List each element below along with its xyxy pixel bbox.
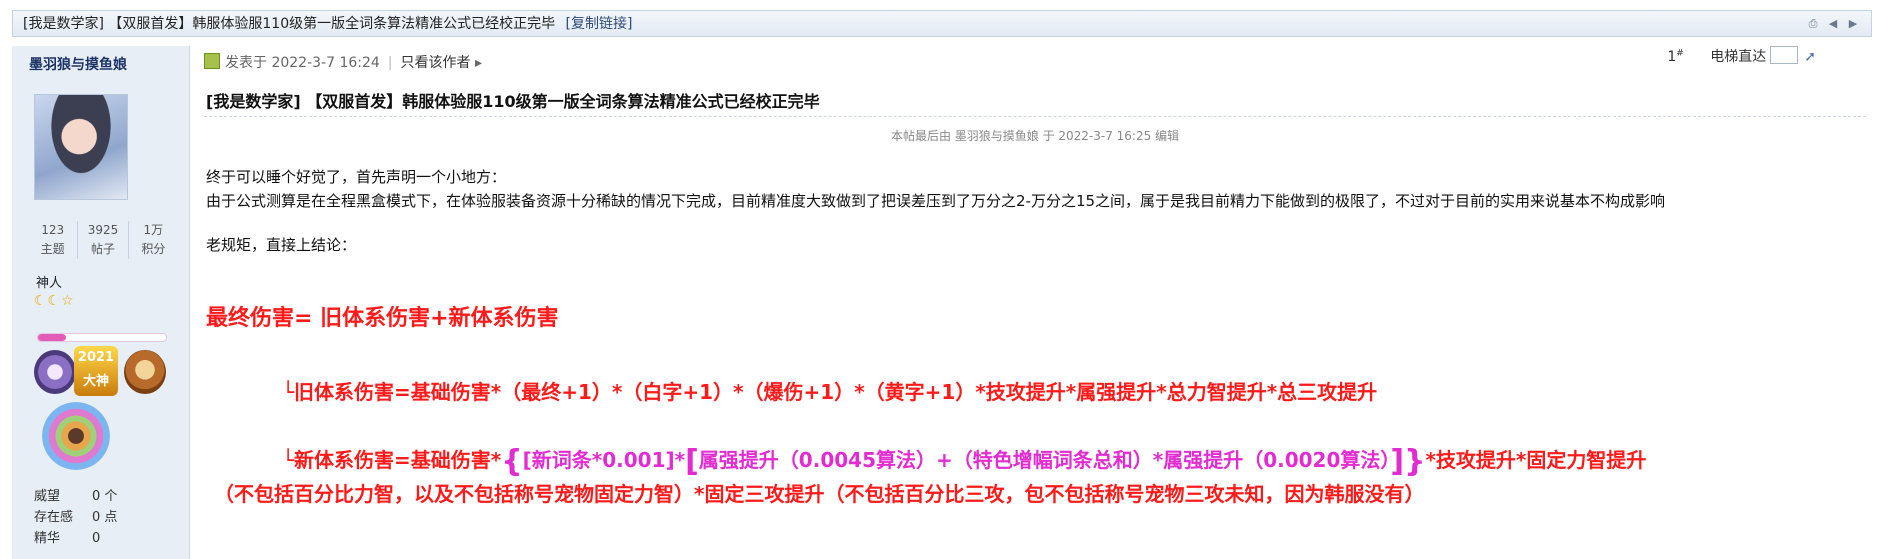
stat-points[interactable]: 1万 积分 bbox=[129, 221, 178, 259]
paragraph: 终于可以睡个好觉了，首先声明一个小地方： bbox=[206, 168, 507, 186]
post-title: [我是数学家] 【双服首发】韩服体验服110级第一版全词条算法精准公式已经校正完… bbox=[206, 92, 820, 111]
formula-old-system: └旧体系伤害=基础伤害*（最终+1）*（白字+1）*（爆伤+1）*（黄字+1）*… bbox=[282, 380, 1378, 404]
medal-sub: 大神 bbox=[82, 374, 109, 389]
prev-thread-icon[interactable]: ◀ bbox=[1827, 18, 1839, 30]
post-date: 发表于 2022-3-7 16:24 bbox=[225, 55, 380, 71]
stat-value: 123 bbox=[41, 223, 65, 237]
avatar[interactable] bbox=[34, 94, 128, 200]
goto-arrow-icon[interactable]: ➚ bbox=[1804, 49, 1816, 65]
formula-main: 最终伤害= 旧体系伤害+新体系伤害 bbox=[206, 306, 559, 331]
edit-note: 本帖最后由 墨羽狼与摸鱼娘 于 2022-3-7 16:25 编辑 bbox=[890, 129, 1180, 143]
online-status-icon bbox=[204, 53, 220, 69]
formula-part: 属强提升（0.0045算法）+（特色增幅词条总和）*属强提升（0.0020算法） bbox=[698, 448, 1391, 472]
post-body: 发表于 2022-3-7 16:24 | 只看该作者 ▸ 1# 电梯直达 ➚ [我是数… bbox=[204, 46, 1872, 559]
only-author-link[interactable]: 只看该作者 bbox=[401, 55, 471, 71]
author-profile: 墨羽狼与摸鱼娘 123 主题 3925 帖子 1万 积分 神人 ☾☾☆ 2021… bbox=[12, 46, 190, 559]
paragraph: 老规矩，直接上结论： bbox=[206, 236, 357, 254]
medal-2021-icon[interactable]: 2021 大神 bbox=[74, 346, 118, 396]
meta-key: 威望 bbox=[34, 489, 61, 504]
floor-mark: # bbox=[1676, 48, 1684, 59]
floor-number: 1 bbox=[1667, 49, 1677, 65]
meta-key: 存在感 bbox=[34, 510, 74, 525]
medal-year: 2021 bbox=[77, 350, 115, 365]
meta-key: 精华 bbox=[34, 531, 61, 546]
formula-part: [新词条*0.001]* bbox=[522, 448, 686, 472]
stat-label: 主题 bbox=[40, 242, 65, 256]
goto-floor-input[interactable] bbox=[1770, 46, 1799, 64]
stat-value: 3925 bbox=[87, 223, 119, 237]
rank-progress-bar bbox=[37, 333, 167, 342]
stat-label: 积分 bbox=[141, 242, 166, 256]
next-thread-icon[interactable]: ▶ bbox=[1847, 18, 1859, 30]
stat-label: 帖子 bbox=[90, 242, 115, 256]
post-header: 发表于 2022-3-7 16:24 | 只看该作者 ▸ bbox=[204, 52, 1872, 72]
brace-close: } bbox=[1404, 444, 1426, 479]
paragraph: 由于公式测算是在全程黑盒模式下，在体验服装备资源十分稀缺的情况下完成，目前精准度… bbox=[206, 192, 1666, 210]
formula-part: └新体系伤害=基础伤害* bbox=[282, 448, 502, 472]
formula-new-continuation: （不包括百分比力智，以及不包括称号宠物固定力智）*固定三攻提升（不包括百分比三攻… bbox=[214, 482, 1425, 506]
meta-value: 0 点 bbox=[92, 510, 118, 525]
author-name[interactable]: 墨羽狼与摸鱼娘 bbox=[29, 54, 127, 74]
thread-title: [我是数学家] 【双服首发】韩服体验服110级第一版全词条算法精准公式已经校正完… bbox=[23, 16, 556, 32]
orb-medal-icon[interactable] bbox=[42, 402, 110, 470]
meta-value: 0 个 bbox=[92, 489, 118, 504]
bracket-close: ] bbox=[1390, 444, 1405, 479]
author-stats: 123 主题 3925 帖子 1万 积分 bbox=[28, 221, 178, 259]
bracket-open: [ bbox=[685, 444, 699, 479]
thread-title-bar: [我是数学家] 【双服首发】韩服体验服110级第一版全词条算法精准公式已经校正完… bbox=[12, 10, 1872, 37]
author-meta: 威望 0 个 存在感 0 点 精华 0 bbox=[34, 486, 117, 549]
goto-floor-label: 电梯直达 bbox=[1710, 49, 1767, 65]
stat-posts[interactable]: 3925 帖子 bbox=[78, 221, 129, 259]
stat-value: 1万 bbox=[143, 223, 164, 237]
floor-nav: 1# 电梯直达 ➚ bbox=[1667, 46, 1816, 66]
user-rank: 神人 bbox=[36, 276, 63, 291]
stat-threads[interactable]: 123 主题 bbox=[28, 221, 79, 259]
formula-part: *技攻提升*固定力智提升 bbox=[1425, 448, 1647, 472]
formula-new-system: └新体系伤害=基础伤害*{[新词条*0.001]*[属强提升（0.0045算法）… bbox=[282, 444, 1646, 479]
chevron-right-icon: ▸ bbox=[474, 55, 482, 71]
meta-value: 0 bbox=[92, 531, 101, 546]
copy-link[interactable]: [复制链接] bbox=[566, 16, 633, 32]
print-icon[interactable]: ⎙ bbox=[1807, 18, 1819, 30]
brace-open: { bbox=[501, 444, 523, 479]
divider bbox=[204, 116, 1866, 117]
rank-stars-icon: ☾☾☆ bbox=[34, 293, 75, 309]
medal-icon[interactable] bbox=[34, 350, 76, 394]
monkey-medal-icon[interactable] bbox=[124, 350, 166, 394]
